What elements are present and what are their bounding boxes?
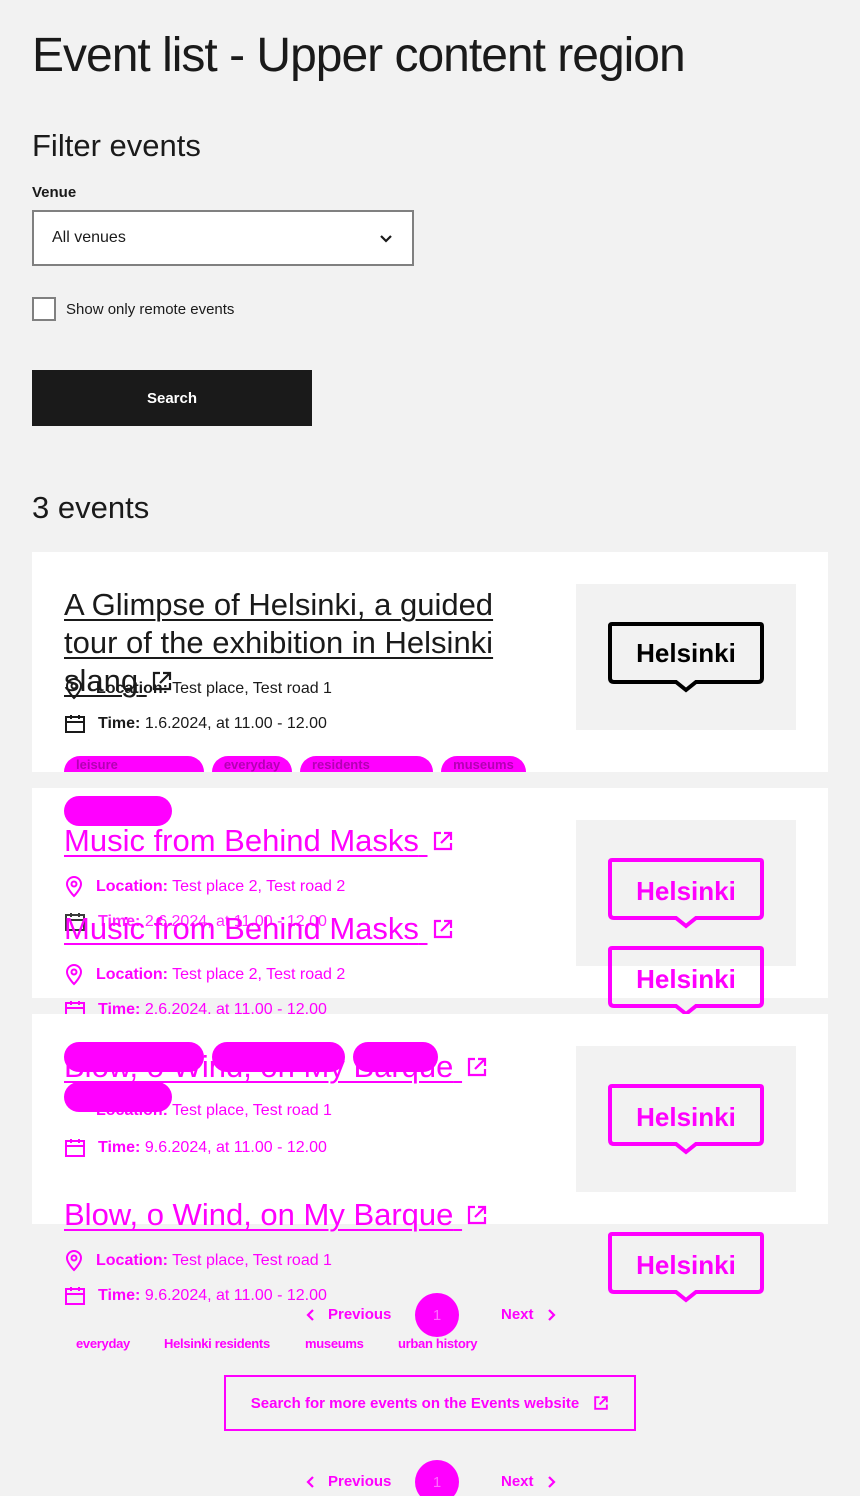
pagination-next[interactable]: Next xyxy=(501,1306,558,1323)
tag-label[interactable]: urban history xyxy=(398,1336,477,1351)
external-link-icon xyxy=(594,1396,608,1410)
external-link-icon xyxy=(433,831,452,851)
event-time: Time: 1.6.2024, at 11.00 - 12.00 xyxy=(64,714,327,734)
event-title-link[interactable]: Music from Behind Masks xyxy=(64,910,454,948)
venue-label: Venue xyxy=(32,184,77,201)
tag[interactable] xyxy=(64,1042,204,1072)
calendar-icon xyxy=(65,1287,85,1305)
time-label: Time: xyxy=(98,715,141,732)
helsinki-logo: Helsinki xyxy=(608,622,764,693)
pagination-previous[interactable]: Previous xyxy=(304,1473,391,1490)
tag-label[interactable]: everyday xyxy=(76,1336,130,1351)
svg-text:Helsinki: Helsinki xyxy=(636,638,736,668)
external-link-icon xyxy=(467,1205,487,1225)
remote-events-label: Show only remote events xyxy=(66,300,235,318)
event-title-link[interactable]: Music from Behind Masks xyxy=(64,822,454,860)
event-location: Location: Test place 2, Test road 2 xyxy=(64,876,345,898)
event-title-link[interactable]: Blow, o Wind, on My Barque xyxy=(64,1196,488,1234)
helsinki-logo: Helsinki xyxy=(608,1084,764,1155)
tag[interactable] xyxy=(353,1042,438,1072)
chevron-down-icon xyxy=(380,235,392,243)
calendar-icon xyxy=(65,715,85,733)
pagination-previous[interactable]: Previous xyxy=(304,1306,391,1323)
event-time: Time: 9.6.2024, at 11.00 - 12.00 xyxy=(64,1138,327,1158)
tag[interactable]: Helsinki residents xyxy=(300,756,433,772)
external-link-icon xyxy=(433,919,452,939)
location-icon xyxy=(65,678,83,700)
calendar-icon xyxy=(65,1139,85,1157)
pagination-next[interactable]: Next xyxy=(501,1473,558,1490)
tag-label[interactable]: Helsinki residents xyxy=(164,1336,270,1351)
location-icon xyxy=(65,964,83,986)
tag[interactable] xyxy=(212,1042,345,1072)
remote-events-option[interactable]: Show only remote events xyxy=(32,297,234,321)
external-link-icon xyxy=(467,1057,487,1077)
chevron-left-icon xyxy=(306,1475,314,1488)
chevron-right-icon xyxy=(547,1475,556,1488)
event-location: Location: Test place, Test road 1 xyxy=(64,1250,332,1272)
location-icon xyxy=(65,1250,83,1272)
svg-text:Helsinki: Helsinki xyxy=(636,876,736,906)
event-location: Location: Test place, Test road 1 xyxy=(96,1102,332,1119)
event-count: 3 events xyxy=(32,490,150,525)
event-location: Location: Test place, Test road 1 xyxy=(64,678,332,700)
event-image: Helsinki xyxy=(576,584,796,730)
tag[interactable]: Culture and leisure xyxy=(64,756,204,772)
svg-text:Helsinki: Helsinki xyxy=(636,1102,736,1132)
search-button[interactable]: Search xyxy=(32,370,312,426)
chevron-left-icon xyxy=(306,1308,314,1321)
venue-selected-value: All venues xyxy=(52,229,126,246)
event-time: Time: 9.6.2024, at 11.00 - 12.00 xyxy=(64,1286,327,1306)
location-icon xyxy=(65,876,83,898)
time-value: 1.6.2024, at 11.00 - 12.00 xyxy=(144,715,327,732)
event-location: Location: Test place 2, Test road 2 xyxy=(64,964,345,986)
page-title: Event list - Upper content region xyxy=(32,29,686,82)
tag[interactable]: everyday xyxy=(212,756,292,772)
location-value: Test place, Test road 1 xyxy=(172,680,332,697)
chevron-right-icon xyxy=(547,1308,556,1321)
venue-select[interactable]: All venues xyxy=(32,210,414,266)
remote-events-checkbox[interactable] xyxy=(32,297,56,321)
pagination-current-page[interactable]: 1 xyxy=(415,1460,459,1496)
more-events-button[interactable]: Search for more events on the Events web… xyxy=(224,1375,636,1431)
svg-text:Helsinki: Helsinki xyxy=(636,1250,736,1280)
svg-text:Helsinki: Helsinki xyxy=(636,964,736,994)
helsinki-logo: Helsinki xyxy=(608,858,764,929)
tag[interactable]: museums xyxy=(441,756,526,772)
pagination-current-page[interactable]: 1 xyxy=(415,1293,459,1337)
helsinki-logo: Helsinki xyxy=(608,1232,764,1303)
filter-heading: Filter events xyxy=(32,128,201,163)
helsinki-logo: Helsinki xyxy=(608,946,764,1017)
location-label: Location: xyxy=(96,680,168,697)
tag-label[interactable]: museums xyxy=(305,1336,364,1351)
